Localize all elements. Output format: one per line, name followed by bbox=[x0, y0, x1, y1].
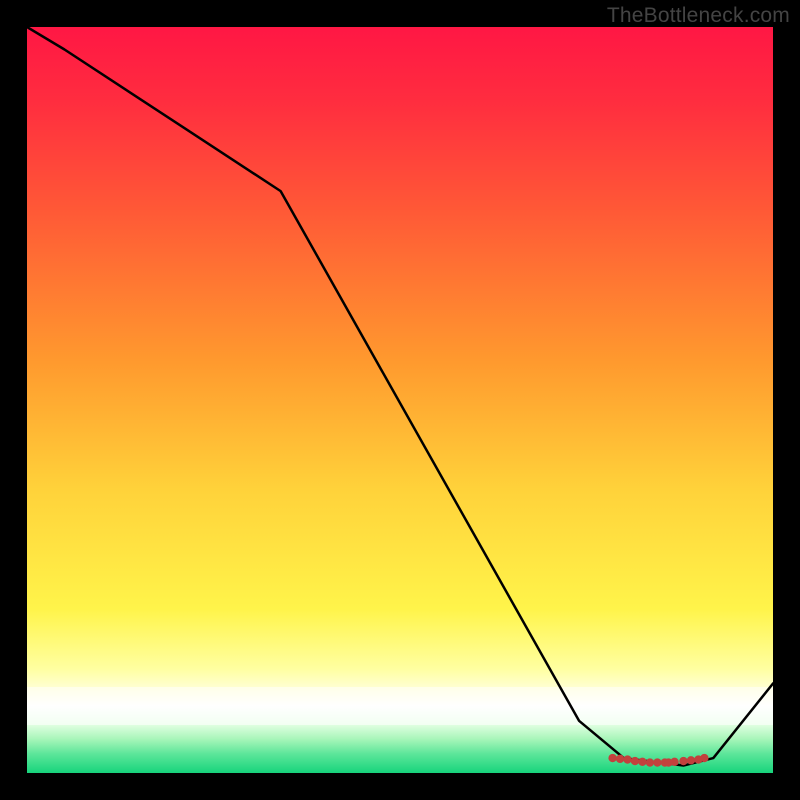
series-marker bbox=[687, 756, 695, 764]
plot-area bbox=[27, 27, 773, 773]
chart-frame: TheBottleneck.com bbox=[0, 0, 800, 800]
series-markers bbox=[608, 754, 708, 767]
series-marker bbox=[616, 755, 624, 763]
series-marker bbox=[631, 757, 639, 765]
series-marker bbox=[670, 758, 678, 766]
watermark-text: TheBottleneck.com bbox=[607, 4, 790, 28]
series-marker bbox=[653, 758, 661, 766]
series-line bbox=[27, 27, 773, 766]
series-marker bbox=[623, 755, 631, 763]
chart-svg bbox=[27, 27, 773, 773]
series-marker bbox=[638, 758, 646, 766]
series-marker bbox=[700, 754, 708, 762]
series-marker bbox=[608, 754, 616, 762]
series-marker bbox=[679, 757, 687, 765]
series-marker bbox=[646, 758, 654, 766]
